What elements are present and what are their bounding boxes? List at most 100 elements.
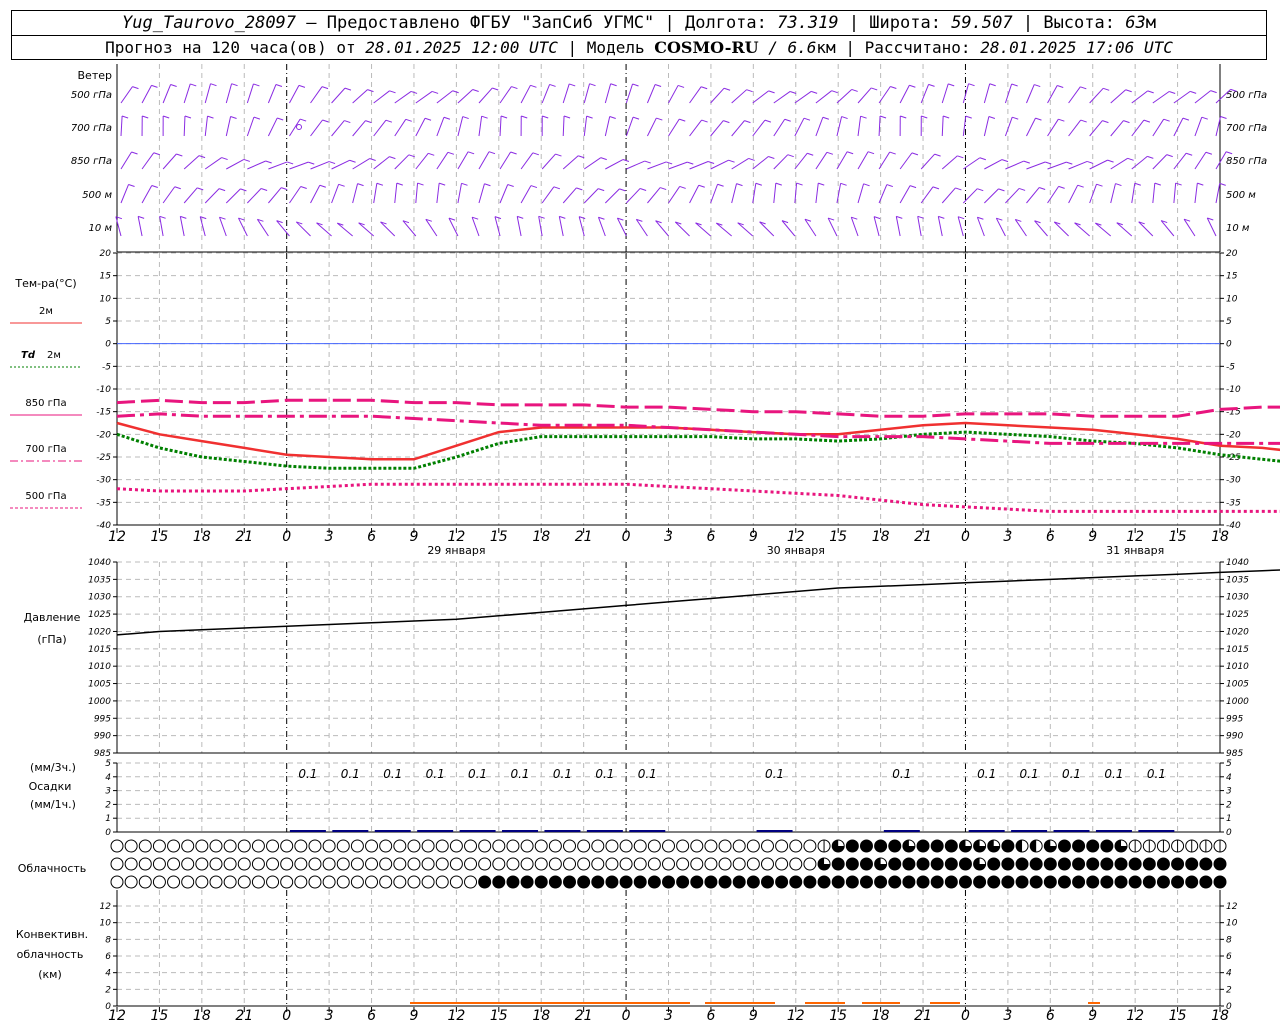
cloud-cover-symbol bbox=[449, 875, 463, 889]
cloud-cover-symbol bbox=[294, 839, 308, 853]
temp-hour-label: 12 bbox=[787, 529, 805, 545]
cloud-cover-symbol bbox=[1114, 857, 1128, 871]
wind-barb bbox=[1034, 220, 1048, 237]
conv-hour-label: 18 bbox=[1211, 1008, 1229, 1024]
wind-barb-feather bbox=[563, 115, 571, 119]
wind-barb-feather bbox=[789, 90, 797, 94]
cloud-cover-symbol bbox=[1142, 857, 1156, 871]
wind-barb-feather bbox=[988, 116, 996, 119]
wind-barb bbox=[1014, 219, 1027, 237]
wind-barb bbox=[737, 222, 754, 237]
temp-hour-label: 18 bbox=[1211, 529, 1229, 545]
wind-barb bbox=[1110, 183, 1116, 204]
cloud-cover-symbol bbox=[859, 875, 873, 889]
wind-barb bbox=[179, 216, 185, 237]
wind-barb bbox=[183, 155, 200, 170]
wind-barb-feather bbox=[698, 184, 705, 188]
cloud-cover-symbol bbox=[152, 875, 166, 889]
wind-barb bbox=[295, 221, 311, 237]
wind-barb bbox=[752, 156, 769, 170]
wind-level-label-left: 10 м bbox=[89, 223, 113, 234]
pressure-ytick-label-right: 1010 bbox=[1226, 662, 1249, 672]
wind-barb bbox=[541, 153, 556, 170]
pressure-ytick-label-left: 1015 bbox=[88, 645, 111, 655]
temp-hour-label: 9 bbox=[749, 529, 758, 545]
wind-barb bbox=[310, 119, 323, 137]
precip-ytick-label-left: 3 bbox=[105, 787, 111, 797]
conv-hour-label: 18 bbox=[532, 1008, 550, 1024]
wind-barb-feather bbox=[275, 84, 283, 87]
wind-barb-feather bbox=[1219, 182, 1226, 186]
conv-ytick-label-left: 4 bbox=[105, 969, 111, 979]
precip-value-label: 0.1 bbox=[1104, 767, 1123, 781]
wind-barb-feather bbox=[1123, 120, 1130, 124]
cloud-cover-symbol bbox=[1029, 875, 1043, 889]
cloud-cover-symbol bbox=[110, 839, 124, 853]
cloud-cover-symbol bbox=[577, 875, 591, 889]
wind-barb bbox=[1004, 117, 1013, 137]
wind-barb bbox=[899, 152, 913, 170]
wind-barb-feather bbox=[1080, 119, 1087, 123]
wind-barb bbox=[137, 216, 143, 237]
wind-barb bbox=[655, 220, 669, 237]
temp-hour-label: 9 bbox=[410, 529, 419, 545]
conv-title-1: Конвективн. bbox=[16, 928, 88, 941]
wind-barb-feather bbox=[1201, 116, 1208, 120]
wind-barb bbox=[1138, 221, 1154, 237]
cloud-cover-symbol bbox=[492, 875, 506, 889]
cloud-cover-symbol bbox=[534, 857, 548, 871]
wind-barb bbox=[773, 154, 789, 170]
wind-barb-feather bbox=[159, 215, 166, 219]
wind-barb-feather bbox=[500, 115, 508, 119]
precip-ytick-label-left: 2 bbox=[105, 800, 111, 810]
wind-barb-feather bbox=[121, 115, 129, 119]
wind-barb-feather bbox=[344, 120, 351, 124]
wind-barb bbox=[1194, 90, 1211, 104]
wind-barb bbox=[1047, 118, 1059, 137]
cloud-cover-symbol bbox=[251, 839, 265, 853]
wind-barb bbox=[1206, 217, 1217, 237]
wind-barb-feather bbox=[989, 83, 996, 87]
wind-barb bbox=[583, 188, 599, 204]
cloud-cover-symbol bbox=[831, 857, 845, 871]
cloud-cover-symbol bbox=[393, 875, 407, 889]
cloud-cover-symbol bbox=[379, 875, 393, 889]
wind-barb-feather bbox=[553, 186, 561, 190]
pressure-ytick-label-right: 1035 bbox=[1226, 575, 1249, 585]
cloud-cover-symbol bbox=[718, 839, 732, 853]
cloud-cover-symbol bbox=[379, 857, 393, 871]
wind-barb-feather bbox=[481, 115, 488, 119]
temp-ytick-label-left: -30 bbox=[96, 476, 111, 486]
cloud-cover-symbol bbox=[1015, 875, 1029, 889]
cloud-cover-symbol bbox=[591, 875, 605, 889]
conv-hour-label: 12 bbox=[787, 1008, 805, 1024]
wind-barb bbox=[616, 217, 627, 237]
precip-ytick-label-right: 1 bbox=[1226, 814, 1232, 824]
wind-barb bbox=[731, 89, 747, 104]
wind-barb bbox=[794, 91, 812, 104]
wind-barb bbox=[815, 90, 832, 104]
precip-ytick-label-left: 0 bbox=[105, 828, 111, 838]
precip-ytick-label-right: 5 bbox=[1226, 759, 1232, 769]
cloud-cover-symbol bbox=[1043, 875, 1057, 889]
temp-hour-label: 18 bbox=[193, 529, 211, 545]
wind-barb bbox=[199, 216, 206, 237]
cloud-cover-symbol bbox=[1128, 875, 1142, 889]
precip-ytick-label-right: 3 bbox=[1226, 787, 1232, 797]
cloud-cover-symbol bbox=[633, 839, 647, 853]
cloud-cover-symbol bbox=[138, 839, 152, 853]
wind-barb bbox=[516, 216, 522, 237]
cloud-cover-symbol bbox=[1015, 857, 1029, 871]
wind-barb bbox=[457, 116, 464, 137]
wind-barb-feather bbox=[746, 89, 753, 93]
wind-barb-feather bbox=[569, 83, 576, 87]
wind-barb bbox=[225, 188, 241, 204]
cloud-cover-symbol bbox=[874, 839, 888, 853]
cloud-cover-symbol bbox=[803, 839, 817, 853]
wind-barb bbox=[499, 151, 512, 170]
wind-barb bbox=[984, 188, 999, 204]
wind-barb-feather bbox=[281, 187, 288, 191]
wind-barb bbox=[120, 86, 133, 104]
legend-td-label: Td bbox=[21, 350, 36, 361]
conv-hour-label: 12 bbox=[1126, 1008, 1144, 1024]
